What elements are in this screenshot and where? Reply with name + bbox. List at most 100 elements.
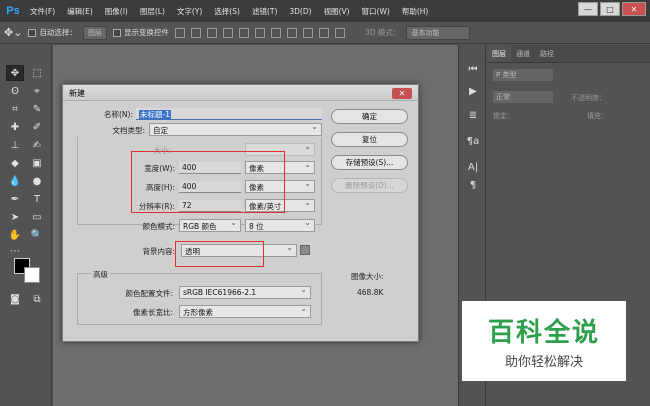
eraser-tool-icon[interactable]: ◆	[6, 155, 24, 171]
menu-filter[interactable]: 滤镜(T)	[246, 6, 283, 17]
color-mode-dropdown[interactable]: RGB 颜色	[179, 218, 241, 232]
more-tools-icon[interactable]: ⋯	[6, 243, 24, 259]
menu-3d[interactable]: 3D(D)	[283, 7, 317, 16]
color-mode-label: 颜色模式:	[142, 222, 175, 231]
dodge-tool-icon[interactable]: ●	[28, 173, 46, 189]
align-bottom-icon[interactable]	[206, 27, 217, 38]
background-color-swatch[interactable]	[24, 267, 40, 283]
move-tool-icon[interactable]: ✥	[6, 65, 24, 81]
pixel-aspect-dropdown[interactable]: 方形像素	[179, 304, 311, 318]
ok-button[interactable]: 确定	[331, 109, 408, 124]
lock-label: 锁定：	[493, 112, 514, 120]
paragraph-panel-icon[interactable]: ¶	[464, 177, 482, 193]
type-tool-icon[interactable]: T	[28, 191, 46, 207]
doc-type-label: 文档类型:	[112, 126, 145, 135]
distribute-bottom-icon[interactable]	[302, 27, 313, 38]
screen-mode-icon[interactable]: ⧉	[28, 291, 46, 307]
close-window-button[interactable]: ✕	[622, 2, 646, 16]
name-value: 未标题-1	[139, 110, 171, 119]
healing-tool-icon[interactable]: ✚	[6, 119, 24, 135]
color-profile-dropdown[interactable]: sRGB IEC61966-2.1	[179, 285, 311, 299]
path-select-tool-icon[interactable]: ➤	[6, 209, 24, 225]
stamp-tool-icon[interactable]: ⊥	[6, 137, 24, 153]
delete-preset-button[interactable]: 删除预设(D)...	[331, 178, 408, 193]
align-top-icon[interactable]	[174, 27, 185, 38]
align-right-icon[interactable]	[254, 27, 265, 38]
tab-layers[interactable]: 图层	[487, 45, 511, 62]
bit-depth-dropdown[interactable]: 8 位	[245, 218, 315, 232]
distribute-hcenter-icon[interactable]	[334, 27, 345, 38]
reset-button[interactable]: 复位	[331, 132, 408, 147]
menu-help[interactable]: 帮助(H)	[396, 6, 435, 17]
menu-window[interactable]: 窗口(W)	[356, 6, 396, 17]
align-hcenter-icon[interactable]	[238, 27, 249, 38]
move-tool-icon[interactable]: ✥⌄	[4, 26, 22, 39]
hand-tool-icon[interactable]: ✋	[6, 227, 24, 243]
align-left-icon[interactable]	[222, 27, 233, 38]
maximize-button[interactable]: □	[600, 2, 620, 16]
name-label: 名称(N):	[104, 110, 133, 119]
auto-select-label: 自动选择：	[39, 28, 77, 37]
auto-select-dropdown[interactable]: 图层	[82, 25, 107, 40]
fill-label: 填充：	[587, 112, 608, 120]
color-profile-label: 颜色配置文件:	[125, 289, 173, 298]
shape-tool-icon[interactable]: ▭	[28, 209, 46, 225]
crop-tool-icon[interactable]: ⌗	[6, 101, 24, 117]
opacity-label: 不透明度：	[571, 94, 606, 102]
tab-channels[interactable]: 通道	[511, 45, 535, 62]
zoom-tool-icon[interactable]: 🔍	[28, 227, 46, 243]
distribute-vcenter-icon[interactable]	[286, 27, 297, 38]
tab-paths[interactable]: 路径	[535, 45, 559, 62]
layer-kind-filter[interactable]: P 类型	[493, 69, 553, 81]
doc-type-dropdown[interactable]: 自定	[149, 122, 322, 136]
background-label: 背景内容:	[142, 247, 175, 256]
properties-panel-icon[interactable]: ≣	[464, 107, 482, 123]
quick-mask-icon[interactable]: ◙	[6, 291, 24, 307]
menu-view[interactable]: 视图(V)	[318, 6, 356, 17]
eyedropper-tool-icon[interactable]: ✎	[28, 101, 46, 117]
actions-panel-icon[interactable]: ▶	[464, 83, 482, 99]
highlight-size-box	[131, 151, 285, 213]
watermark-title: 百科全说	[487, 318, 600, 348]
brush-tool-icon[interactable]: ✐	[28, 119, 46, 135]
distribute-top-icon[interactable]	[270, 27, 281, 38]
save-preset-button[interactable]: 存储预设(S)...	[331, 155, 408, 170]
show-transform-label: 显示变换控件	[123, 28, 169, 37]
history-panel-icon[interactable]: ⏮	[464, 61, 482, 77]
window-controls: — □ ✕	[578, 2, 646, 16]
menu-image[interactable]: 图像(I)	[99, 6, 134, 17]
menu-type[interactable]: 文字(Y)	[171, 6, 208, 17]
photoshop-logo: Ps	[6, 5, 20, 17]
workspace-dropdown[interactable]: 基本功能	[406, 25, 471, 40]
menu-edit[interactable]: 编辑(E)	[61, 6, 99, 17]
character-panel-icon[interactable]: A|	[464, 159, 482, 175]
menu-file[interactable]: 文件(F)	[24, 6, 61, 17]
blur-tool-icon[interactable]: 💧	[6, 173, 24, 189]
quick-select-tool-icon[interactable]: ⌖	[28, 83, 46, 99]
name-input[interactable]: 未标题-1	[136, 108, 322, 120]
watermark: 百科全说 助你轻松解决	[462, 301, 626, 381]
paragraph-styles-icon[interactable]: ¶a	[464, 133, 482, 149]
distribute-left-icon[interactable]	[318, 27, 329, 38]
history-brush-tool-icon[interactable]: ✍	[28, 137, 46, 153]
menu-select[interactable]: 选择(S)	[208, 6, 246, 17]
auto-select-checkbox[interactable]: 自动选择：	[28, 27, 77, 38]
menu-layer[interactable]: 图层(L)	[134, 6, 171, 17]
options-bar: ✥⌄ 自动选择： 图层 显示变换控件 3D 模式： 基本功能	[0, 22, 650, 44]
advanced-label[interactable]: 高级	[91, 269, 110, 280]
dialog-close-button[interactable]: ✕	[392, 88, 412, 99]
pen-tool-icon[interactable]: ✒	[6, 191, 24, 207]
minimize-button[interactable]: —	[578, 2, 598, 16]
gradient-tool-icon[interactable]: ▣	[28, 155, 46, 171]
blend-mode-dropdown[interactable]: 正常	[493, 91, 553, 103]
background-color-swatch[interactable]	[300, 245, 310, 255]
align-vcenter-icon[interactable]	[190, 27, 201, 38]
mode-3d-label: 3D 模式：	[364, 28, 401, 37]
layers-tabs: 图层 通道 路径	[487, 45, 650, 63]
menu-bar: Ps 文件(F) 编辑(E) 图像(I) 图层(L) 文字(Y) 选择(S) 滤…	[0, 0, 650, 22]
image-size-value: 468.8K	[357, 288, 384, 297]
lasso-tool-icon[interactable]: ʘ	[6, 83, 24, 99]
show-transform-checkbox[interactable]: 显示变换控件	[112, 27, 169, 38]
marquee-tool-icon[interactable]: ⬚	[28, 65, 46, 81]
dialog-title: 新建	[63, 85, 418, 101]
